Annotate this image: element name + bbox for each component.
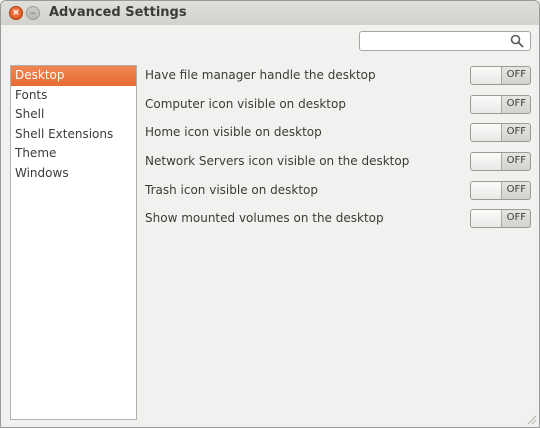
- toggle-state: OFF: [506, 183, 526, 195]
- toggle-knob[interactable]: [471, 67, 502, 84]
- toggle-state: OFF: [506, 69, 526, 80]
- setting-row: Home icon visible on desktop OFF: [145, 118, 535, 147]
- toggle-knob[interactable]: [471, 124, 502, 142]
- mounted-volumes-toggle[interactable]: OFF: [470, 209, 531, 229]
- toggle-knob[interactable]: [471, 153, 502, 171]
- toggle-state: OFF: [506, 97, 526, 109]
- network-servers-icon-toggle[interactable]: OFF: [470, 152, 531, 172]
- resize-grip-icon[interactable]: [525, 413, 537, 425]
- setting-label: Network Servers icon visible on the desk…: [145, 154, 410, 169]
- computer-icon-toggle[interactable]: OFF: [470, 94, 531, 114]
- setting-row: Trash icon visible on desktop OFF: [145, 176, 535, 205]
- setting-row: Show mounted volumes on the desktop OFF: [145, 204, 535, 233]
- setting-row: Computer icon visible on desktop OFF: [145, 90, 535, 119]
- file-manager-desktop-toggle[interactable]: OFF: [470, 66, 531, 85]
- toggle-state: OFF: [506, 212, 526, 224]
- setting-label: Show mounted volumes on the desktop: [145, 211, 384, 226]
- window-title: Advanced Settings: [49, 5, 187, 20]
- setting-label: Computer icon visible on desktop: [145, 96, 346, 111]
- advanced-settings-window: × – Advanced Settings Desktop Fonts Shel…: [0, 0, 540, 428]
- sidebar-item-windows[interactable]: Windows: [11, 164, 136, 184]
- titlebar[interactable]: × – Advanced Settings: [1, 1, 539, 25]
- toggle-knob[interactable]: [471, 95, 502, 113]
- toggle-knob[interactable]: [471, 210, 502, 228]
- search-icon[interactable]: [510, 34, 524, 48]
- search-field[interactable]: [359, 31, 531, 51]
- search-input[interactable]: [363, 33, 509, 49]
- toggle-knob[interactable]: [471, 181, 502, 199]
- sidebar-item-shell[interactable]: Shell: [11, 105, 136, 125]
- setting-label: Trash icon visible on desktop: [145, 182, 319, 197]
- toggle-state: OFF: [506, 126, 526, 138]
- close-button[interactable]: ×: [9, 6, 23, 20]
- settings-panel: Have file manager handle the desktop OFF…: [145, 61, 535, 233]
- home-icon-toggle[interactable]: OFF: [470, 123, 531, 143]
- sidebar-item-shell-extensions[interactable]: Shell Extensions: [11, 125, 136, 145]
- sidebar-item-desktop[interactable]: Desktop: [11, 66, 136, 86]
- sidebar-item-fonts[interactable]: Fonts: [11, 86, 136, 106]
- setting-label: Home icon visible on desktop: [145, 125, 322, 140]
- setting-row: Have file manager handle the desktop OFF: [145, 61, 535, 90]
- setting-row: Network Servers icon visible on the desk…: [145, 147, 535, 176]
- minimize-button[interactable]: –: [26, 6, 40, 20]
- trash-icon-toggle[interactable]: OFF: [470, 180, 531, 200]
- setting-label: Have file manager handle the desktop: [145, 68, 376, 82]
- sidebar-item-theme[interactable]: Theme: [11, 144, 136, 164]
- toggle-state: OFF: [506, 155, 526, 167]
- toolbar: [1, 25, 539, 57]
- category-sidebar: Desktop Fonts Shell Shell Extensions The…: [10, 65, 137, 420]
